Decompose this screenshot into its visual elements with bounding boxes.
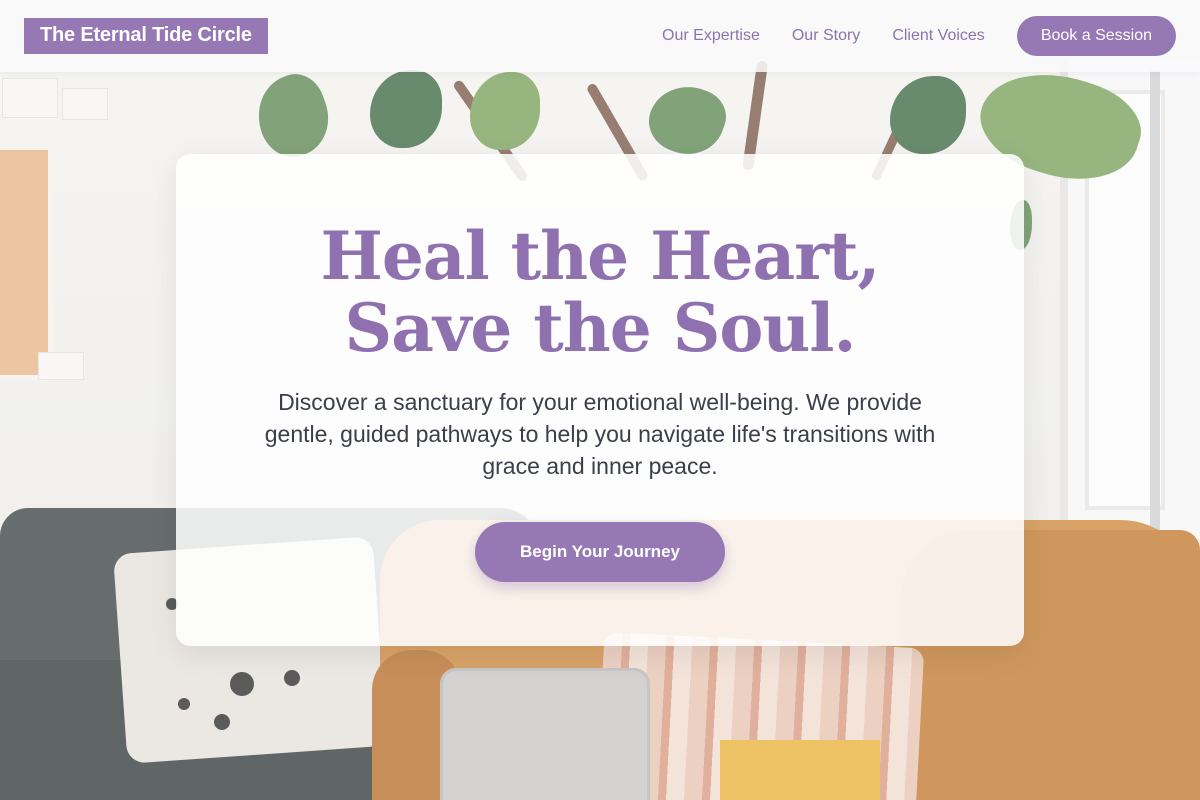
nav-link-our-expertise[interactable]: Our Expertise	[662, 26, 760, 46]
brand-logo[interactable]: The Eternal Tide Circle	[24, 18, 268, 54]
hero-title: Heal the Heart, Save the Soul.	[320, 217, 881, 367]
book-session-button[interactable]: Book a Session	[1016, 16, 1176, 56]
hero-card: Heal the Heart, Save the Soul. Discover …	[176, 154, 1024, 646]
begin-journey-button[interactable]: Begin Your Journey	[475, 522, 725, 582]
main-nav: Our Expertise Our Story Client Voices Bo…	[662, 16, 1176, 56]
nav-link-client-voices[interactable]: Client Voices	[892, 26, 985, 46]
hero-subtitle: Discover a sanctuary for your emotional …	[264, 389, 936, 479]
site-header: The Eternal Tide Circle Our Expertise Ou…	[0, 0, 1200, 72]
nav-link-our-story[interactable]: Our Story	[792, 26, 860, 46]
